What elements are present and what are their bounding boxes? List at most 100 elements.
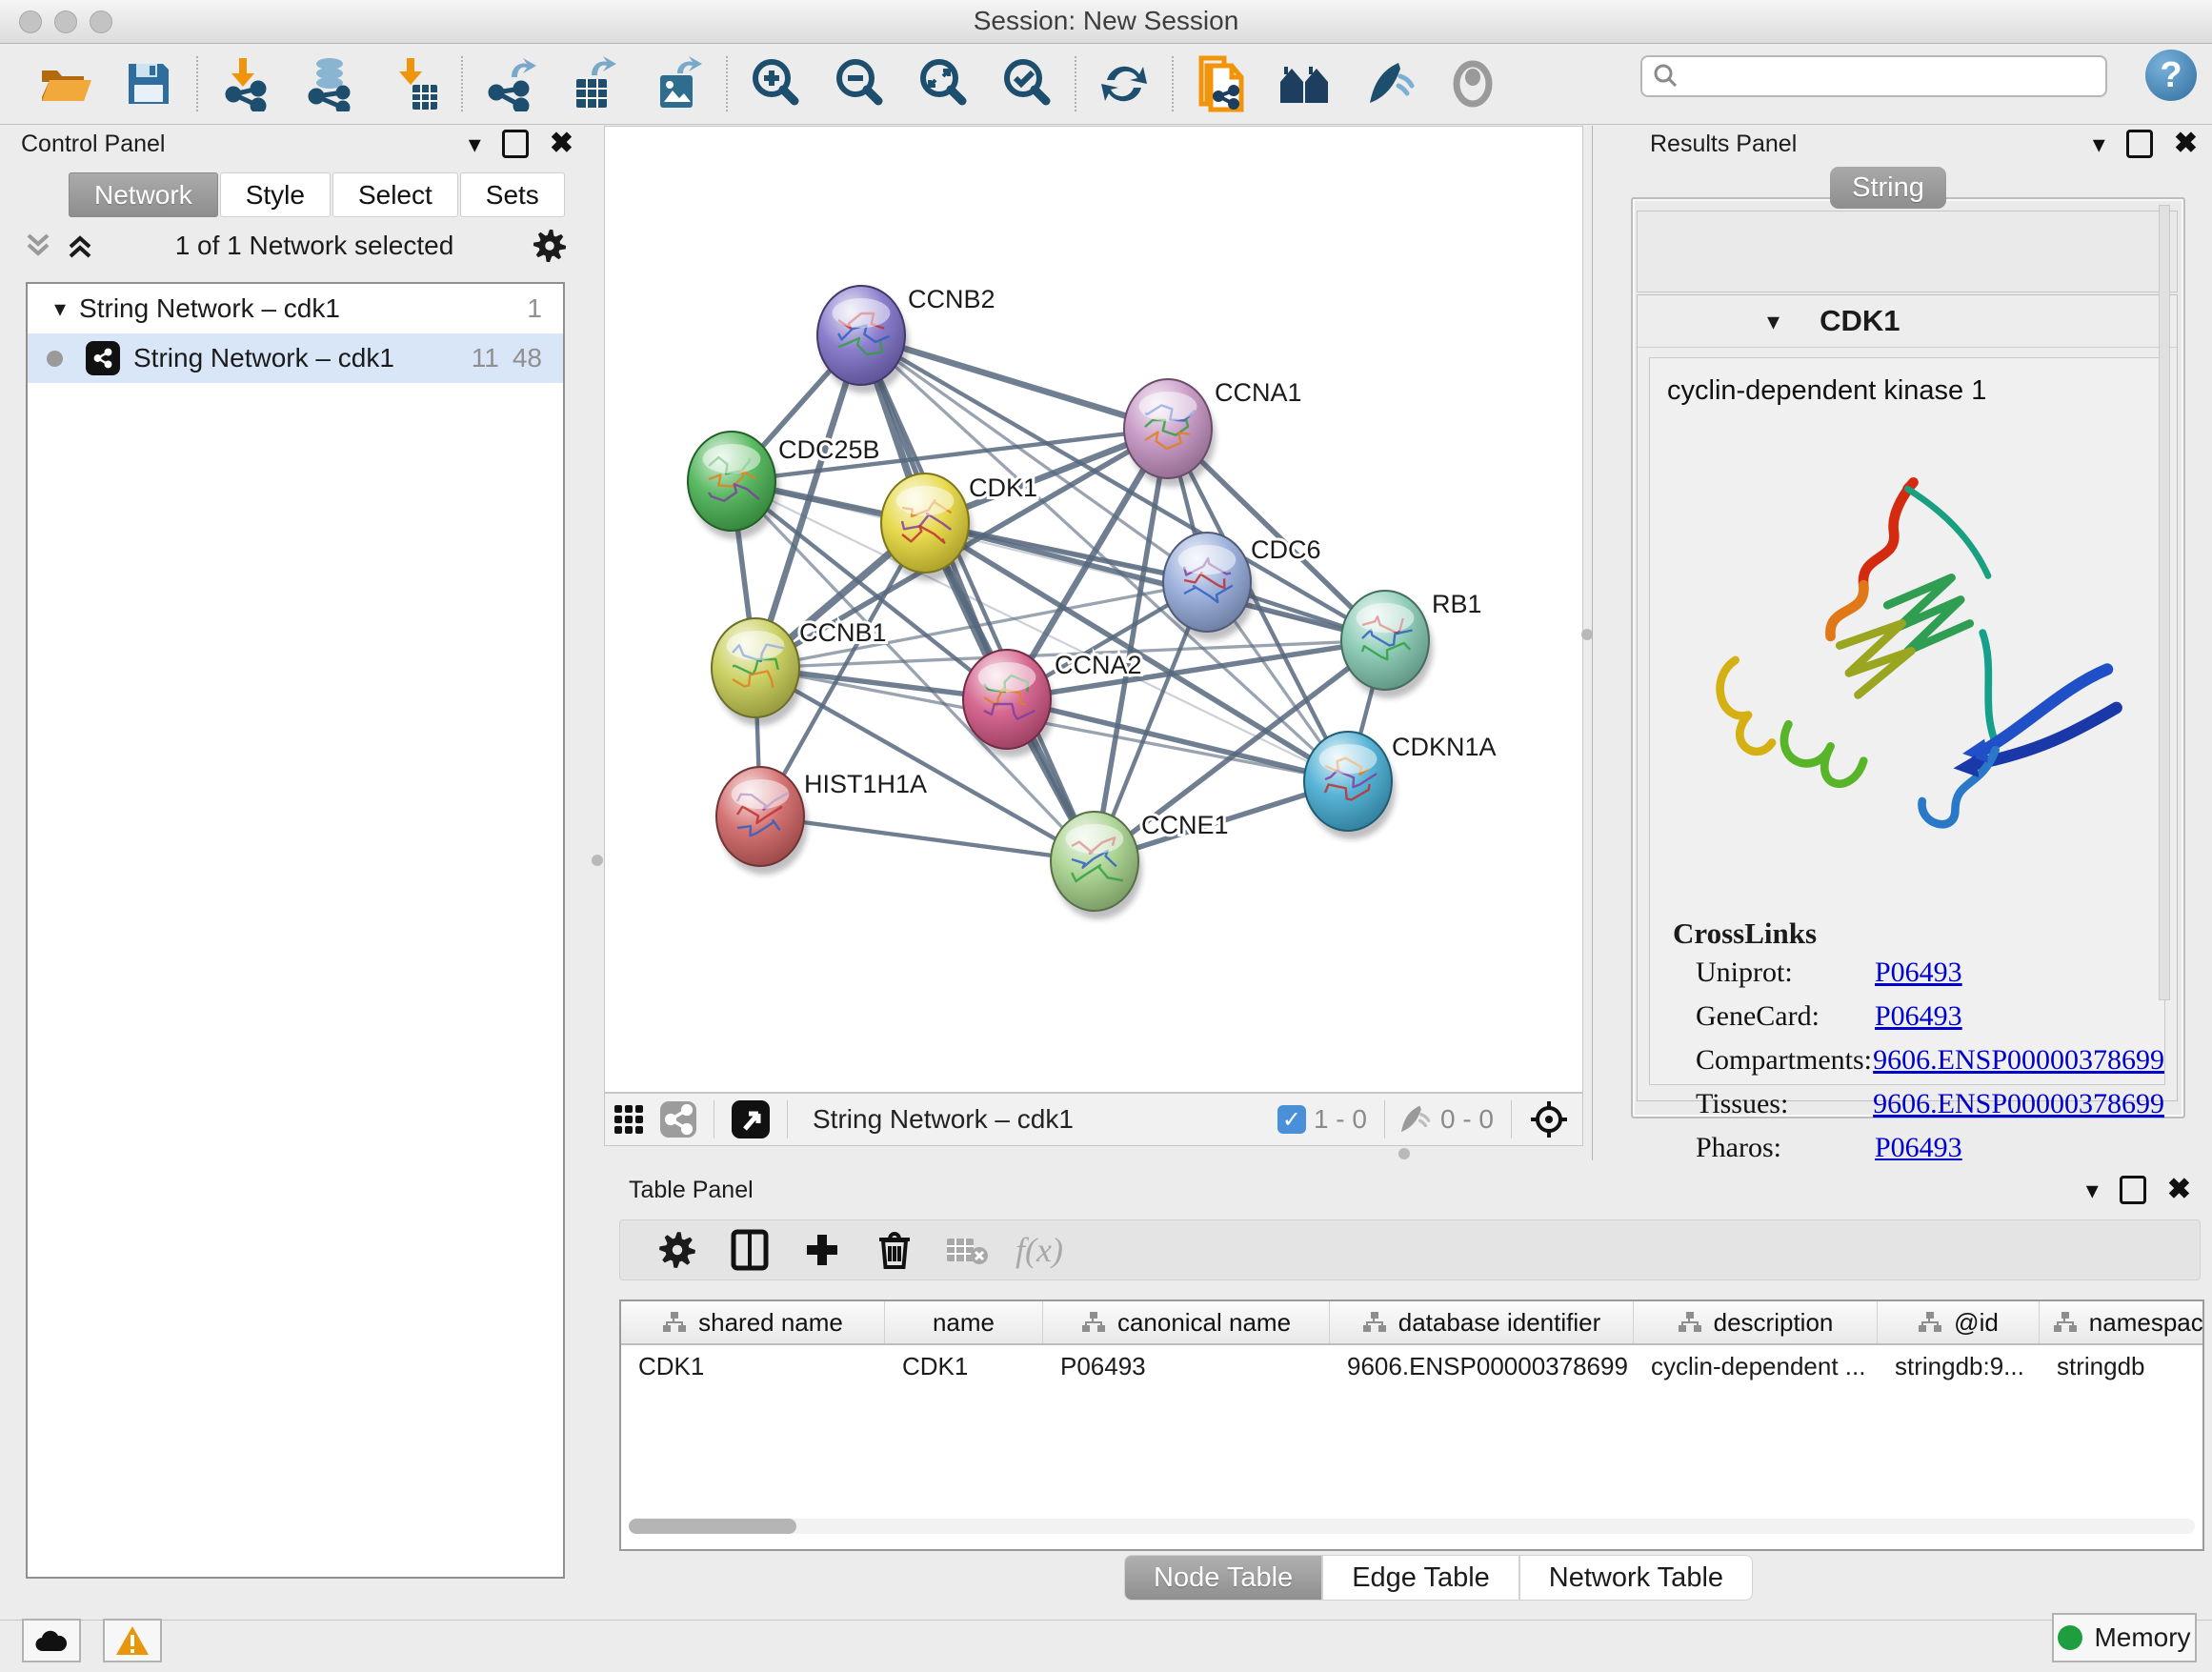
right-splitter[interactable] <box>1583 126 1592 1093</box>
cloud-status-button[interactable] <box>22 1619 81 1662</box>
table-horizontal-scrollbar[interactable] <box>629 1519 2195 1534</box>
section-expander-icon[interactable]: ▾ <box>1767 307 1780 336</box>
column-header[interactable]: canonical name <box>1043 1301 1330 1343</box>
search-input[interactable] <box>1680 61 2105 92</box>
minimize-window-button[interactable] <box>54 10 77 33</box>
grid-view-button[interactable] <box>613 1103 645 1136</box>
delete-table-button[interactable] <box>931 1223 1003 1277</box>
column-header[interactable]: description <box>1634 1301 1878 1343</box>
splitter-handle[interactable] <box>592 855 603 866</box>
left-splitter[interactable] <box>591 126 604 1620</box>
zoom-out-button[interactable] <box>817 52 901 115</box>
node-table[interactable]: shared name name canonical name database… <box>619 1299 2204 1551</box>
tissues-link[interactable]: 9606.ENSP00000378699 <box>1873 1088 2164 1120</box>
tab-node-table[interactable]: Node Table <box>1124 1555 1322 1601</box>
first-neighbors-button[interactable] <box>1263 52 1347 115</box>
tab-string[interactable]: String <box>1830 167 1946 209</box>
node-CDK1[interactable]: CDK1 <box>881 473 1037 581</box>
title-bar: Session: New Session <box>0 0 2212 44</box>
open-folder-icon <box>38 61 91 107</box>
network-row[interactable]: String Network – cdk1 11 48 <box>28 333 563 383</box>
node-HIST1H1A[interactable]: HIST1H1A <box>716 767 927 875</box>
results-scrollbar[interactable] <box>2159 205 2170 1000</box>
column-type-icon <box>1918 1311 1942 1334</box>
tab-style[interactable]: Style <box>220 172 331 217</box>
node-CDC6[interactable]: CDC6 <box>1163 533 1321 640</box>
network-graph[interactable]: CCNB2CCNA1CDC25BCDK1CDC6RB1CCNB1CCNA2CDK… <box>605 127 1582 1092</box>
export-image-button[interactable] <box>636 52 720 115</box>
scrollbar-thumb[interactable] <box>629 1519 796 1534</box>
gear-icon[interactable] <box>532 228 568 264</box>
export-table-button[interactable] <box>553 52 636 115</box>
zoom-selected-button[interactable] <box>985 52 1069 115</box>
column-header[interactable]: @id <box>1878 1301 2040 1343</box>
panel-close-icon[interactable]: ✖ <box>2167 1176 2191 1204</box>
hide-selected-button[interactable] <box>1347 52 1431 115</box>
node-RB1[interactable]: RB1 <box>1341 590 1482 698</box>
selected-checkbox-icon[interactable]: ✓ <box>1277 1105 1306 1134</box>
column-type-icon <box>1678 1311 1702 1334</box>
window-title: Session: New Session <box>0 0 2212 42</box>
tree-expander-icon[interactable]: ▾ <box>54 295 66 323</box>
splitter-handle[interactable] <box>1398 1148 1410 1159</box>
network-canvas[interactable]: CCNB2CCNA1CDC25BCDK1CDC6RB1CCNB1CCNA2CDK… <box>604 126 1583 1093</box>
new-network-from-selection-button[interactable] <box>1179 52 1263 115</box>
save-session-button[interactable] <box>107 52 191 115</box>
tab-sets[interactable]: Sets <box>460 172 565 217</box>
memory-button[interactable]: Memory <box>2052 1613 2197 1662</box>
add-column-button[interactable] <box>786 1223 858 1277</box>
panel-close-icon[interactable]: ✖ <box>2174 130 2198 158</box>
refresh-style-button[interactable] <box>1082 52 1166 115</box>
export-network-button[interactable] <box>469 52 553 115</box>
import-table-from-file-button[interactable] <box>372 52 455 115</box>
delete-column-button[interactable] <box>858 1223 931 1277</box>
gene-section-header[interactable]: ▾ CDK1 <box>1638 295 2177 348</box>
expand-all-icon[interactable] <box>65 232 97 260</box>
show-all-button[interactable] <box>1431 52 1515 115</box>
tab-edge-table[interactable]: Edge Table <box>1322 1555 1519 1601</box>
node-CDKN1A[interactable]: CDKN1A <box>1304 732 1497 839</box>
column-header[interactable]: database identifier <box>1330 1301 1634 1343</box>
table-settings-button[interactable] <box>641 1223 714 1277</box>
birds-eye-view-button[interactable] <box>1529 1099 1569 1139</box>
panel-float-icon[interactable] <box>2126 130 2153 158</box>
table-row[interactable]: CDK1 CDK1 P06493 9606.ENSP00000378699 cy… <box>621 1345 2202 1387</box>
node-CCNB1[interactable]: CCNB1 <box>712 618 887 726</box>
import-network-from-file-button[interactable] <box>204 52 288 115</box>
collapse-all-icon[interactable] <box>23 232 55 260</box>
node-label-HIST1H1A: HIST1H1A <box>804 770 927 798</box>
help-button[interactable]: ? <box>2145 50 2197 101</box>
panel-close-icon[interactable]: ✖ <box>550 130 573 158</box>
panel-menu-icon[interactable]: ▾ <box>2093 130 2105 159</box>
network-style-button[interactable] <box>660 1101 696 1138</box>
open-in-window-button[interactable] <box>732 1100 770 1138</box>
open-session-button[interactable] <box>23 52 107 115</box>
pharos-link[interactable]: P06493 <box>1875 1132 1962 1164</box>
show-column-button[interactable] <box>714 1223 786 1277</box>
compartments-link[interactable]: 9606.ENSP00000378699 <box>1873 1044 2164 1077</box>
tab-select[interactable]: Select <box>332 172 458 217</box>
column-header[interactable]: namespace <box>2040 1301 2204 1343</box>
uniprot-link[interactable]: P06493 <box>1875 957 1962 989</box>
tab-network[interactable]: Network <box>69 172 218 217</box>
column-header[interactable]: name <box>885 1301 1043 1343</box>
import-network-from-database-button[interactable] <box>288 52 372 115</box>
panel-float-icon[interactable] <box>502 130 529 158</box>
genecard-link[interactable]: P06493 <box>1875 1000 1962 1033</box>
column-header[interactable]: shared name <box>621 1301 885 1343</box>
network-collection-row[interactable]: ▾ String Network – cdk1 1 <box>28 284 563 333</box>
panel-float-icon[interactable] <box>2120 1176 2146 1204</box>
warnings-button[interactable] <box>103 1619 162 1662</box>
zoom-window-button[interactable] <box>90 10 112 33</box>
function-builder-button[interactable]: f(x) <box>1003 1223 1076 1277</box>
zoom-fit-button[interactable] <box>901 52 985 115</box>
gene-section: ▾ CDK1 cyclin-dependent kinase 1 <box>1637 294 2178 1101</box>
panel-menu-icon[interactable]: ▾ <box>2086 1176 2099 1205</box>
gene-description: cyclin-dependent kinase 1 <box>1667 375 1986 407</box>
crosslink-row: GeneCard: P06493 <box>1650 1000 2164 1033</box>
panel-menu-icon[interactable]: ▾ <box>469 130 481 159</box>
close-window-button[interactable] <box>19 10 42 33</box>
hidden-eye-icon[interactable] <box>1395 1103 1433 1136</box>
tab-network-table[interactable]: Network Table <box>1519 1555 1753 1601</box>
zoom-in-button[interactable] <box>734 52 817 115</box>
